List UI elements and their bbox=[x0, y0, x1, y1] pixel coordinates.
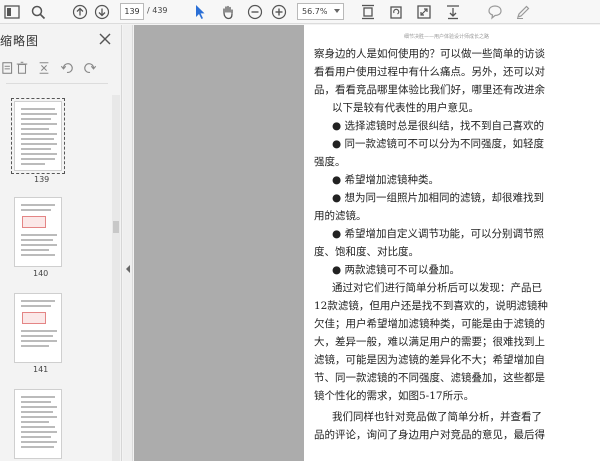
text-line: 用的滤镜。 bbox=[314, 210, 367, 222]
text-line: ● 同一款滤镜可不可以分为不同强度，如轻度 bbox=[332, 138, 544, 150]
toolbar: 139 / 439 56.7% bbox=[0, 0, 600, 24]
search-icon[interactable] bbox=[28, 2, 48, 22]
thumbnail-sidebar: 缩略图 139 140 141 bbox=[0, 25, 122, 461]
fit-page-icon[interactable] bbox=[358, 2, 378, 22]
rotate-right-icon[interactable] bbox=[81, 59, 99, 77]
text-line: 品，看看竞品哪里体验比我们好，哪里还有改进余 bbox=[314, 84, 545, 96]
thumbnail-label: 139 bbox=[34, 175, 50, 184]
text-line: 品的评论，询问了身边用户对竞品的意见，最后得 bbox=[314, 429, 545, 441]
text-line: ● 两款滤镜可不可以叠加。 bbox=[332, 264, 460, 276]
text-line: ● 希望增加滤镜种类。 bbox=[332, 174, 439, 186]
page-thumbnail-139[interactable] bbox=[11, 98, 65, 174]
fullscreen-icon[interactable] bbox=[414, 2, 434, 22]
hand-tool-icon[interactable] bbox=[218, 2, 238, 22]
sidebar-divider bbox=[6, 83, 108, 84]
text-line: 欠佳；用户希望增加滤镜种类，可能是由于滤镜的 bbox=[314, 318, 545, 330]
zoom-out-icon[interactable] bbox=[245, 2, 265, 22]
text-line: 看看用户使用过程中有什么痛点。另外，还可以对 bbox=[314, 66, 545, 78]
text-line: 以下是较有代表性的用户意见。 bbox=[332, 102, 479, 114]
select-cursor-icon[interactable] bbox=[190, 2, 210, 22]
text-line: 我们同样也针对竞品做了简单分析，并查看了 bbox=[332, 411, 542, 423]
next-page-icon[interactable] bbox=[92, 2, 112, 22]
text-line: ● 希望增加自定义调节功能，可以分别调节照 bbox=[332, 228, 544, 240]
sidebar-title: 缩略图 bbox=[0, 34, 40, 48]
page-thumbnail-140[interactable] bbox=[14, 197, 62, 267]
text-line: 察身边的人是如何使用的？可以做一些简单的访谈 bbox=[314, 48, 545, 60]
chevron-down-icon bbox=[334, 9, 340, 13]
zoom-in-icon[interactable] bbox=[269, 2, 289, 22]
thumbnail-label: 140 bbox=[33, 269, 49, 278]
thumbnail-figure bbox=[22, 312, 46, 324]
delete-page-icon[interactable] bbox=[13, 59, 31, 77]
text-line: 度、饱和度、对比度。 bbox=[314, 246, 419, 258]
text-line: 镜个性化的需求，如图5-17所示。 bbox=[314, 390, 475, 402]
download-icon[interactable] bbox=[443, 2, 463, 22]
comment-icon[interactable] bbox=[485, 2, 505, 22]
page-number-input[interactable]: 139 bbox=[120, 3, 144, 20]
thumbnail-panel-icon[interactable] bbox=[2, 2, 22, 22]
text-line: 强度。 bbox=[314, 156, 346, 168]
text-line: 滤镜，可能是因为滤镜的差异化不大；希望增加自 bbox=[314, 354, 545, 366]
running-head: 细节决胜——用户体验设计师成长之路 bbox=[404, 34, 490, 40]
text-line: ● 想为同一组照片加相同的滤镜，却很难找到 bbox=[332, 192, 544, 204]
previous-page-icon[interactable] bbox=[70, 2, 90, 22]
close-icon[interactable] bbox=[98, 31, 112, 45]
page-thumbnail-141[interactable] bbox=[14, 293, 62, 363]
text-line: 节、同一款滤镜的不同强度、滤镜叠加，这些都是 bbox=[314, 372, 545, 384]
thumbnail-figure bbox=[22, 216, 46, 228]
sidebar-scrollbar[interactable] bbox=[112, 95, 120, 461]
page-total: / 439 bbox=[147, 6, 168, 15]
sidebar-toolbar bbox=[0, 57, 112, 79]
scrollbar-thumb[interactable] bbox=[113, 221, 119, 233]
sidebar-splitter[interactable] bbox=[123, 25, 133, 461]
text-line: ● 选择滤镜时总是很纠结，找不到自己喜欢的 bbox=[332, 120, 544, 132]
zoom-level-select[interactable]: 56.7% bbox=[297, 3, 344, 20]
pen-icon[interactable] bbox=[513, 2, 533, 22]
thumbnail-label: 141 bbox=[33, 365, 49, 374]
text-line: 大，差异一般，难以满足用户的需要；很难找到上 bbox=[314, 336, 545, 348]
text-line: 12款滤镜，但用户还是找不到喜欢的，说明滤镜种 bbox=[314, 300, 548, 312]
rotate-page-icon[interactable] bbox=[386, 2, 406, 22]
page-thumbnail[interactable] bbox=[14, 389, 62, 459]
document-viewer[interactable]: 细节决胜——用户体验设计师成长之路 察身边的人是如何使用的？可以做一些简单的访谈… bbox=[134, 25, 600, 461]
document-page: 细节决胜——用户体验设计师成长之路 察身边的人是如何使用的？可以做一些简单的访谈… bbox=[304, 25, 600, 461]
extract-page-icon[interactable] bbox=[35, 59, 53, 77]
zoom-level-value: 56.7% bbox=[302, 7, 328, 16]
collapse-sidebar-icon[interactable] bbox=[126, 265, 130, 273]
rotate-left-icon[interactable] bbox=[58, 59, 76, 77]
text-line: 通过对它们进行简单分析后可以发现：产品已 bbox=[332, 282, 542, 294]
